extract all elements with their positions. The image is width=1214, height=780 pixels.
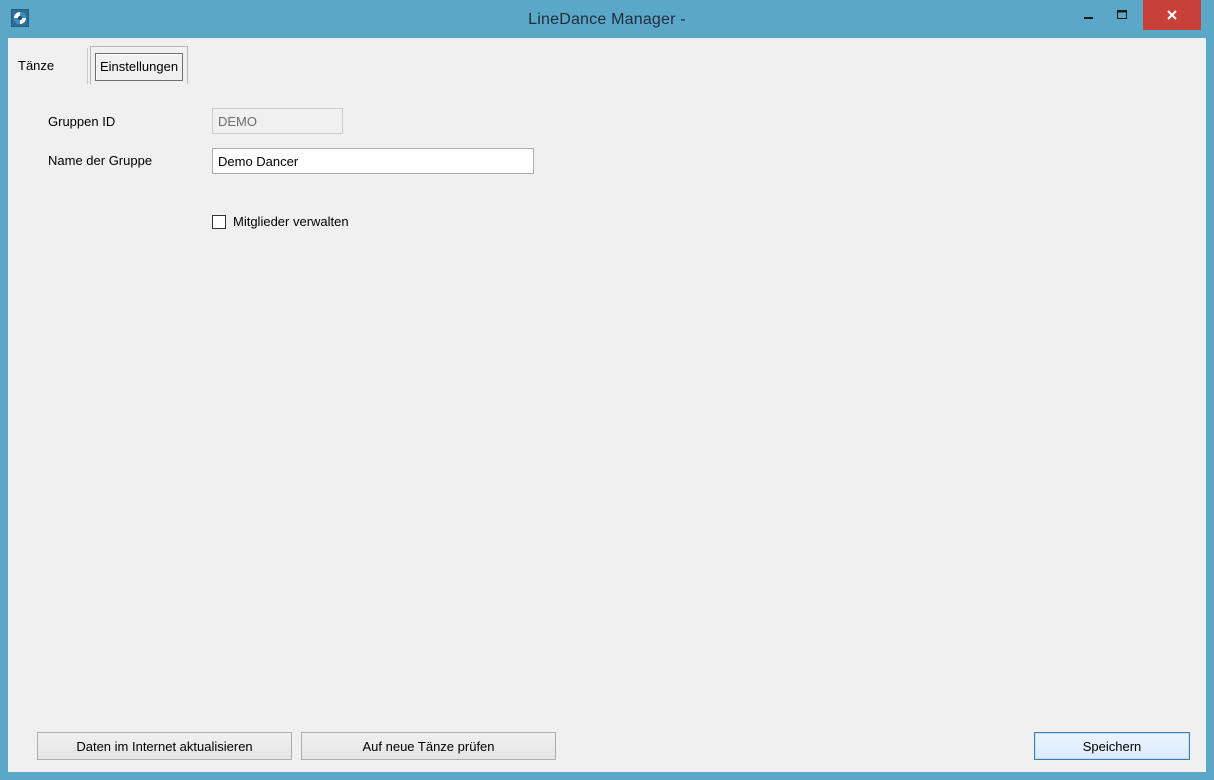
title-bar[interactable]: LineDance Manager - [0, 0, 1214, 38]
tab-einstellungen-label: Einstellungen [95, 53, 184, 81]
close-icon [1167, 10, 1177, 20]
window-title: LineDance Manager - [528, 11, 686, 28]
group-name-field[interactable]: Demo Dancer [212, 148, 534, 174]
group-id-label: Gruppen ID [48, 114, 116, 129]
client-area: Tänze Einstellungen Gruppen ID DEMO Name… [8, 38, 1206, 772]
check-new-dances-button[interactable]: Auf neue Tänze prüfen [301, 732, 556, 760]
save-button[interactable]: Speichern [1034, 732, 1190, 760]
tab-taenze[interactable]: Tänze [11, 50, 61, 80]
settings-panel: Gruppen ID DEMO Name der Gruppe Demo Dan… [8, 83, 1206, 772]
manage-members-label: Mitglieder verwalten [233, 214, 349, 229]
maximize-button[interactable] [1108, 0, 1136, 30]
tab-einstellungen[interactable]: Einstellungen [90, 46, 189, 84]
manage-members-option[interactable]: Mitglieder verwalten [212, 214, 349, 229]
maximize-icon [1117, 10, 1127, 19]
close-button[interactable] [1143, 0, 1201, 30]
tab-strip: Tänze Einstellungen [8, 38, 1206, 84]
group-name-label: Name der Gruppe [48, 153, 153, 168]
minimize-button[interactable] [1075, 0, 1103, 30]
update-internet-button[interactable]: Daten im Internet aktualisieren [37, 732, 292, 760]
app-window: LineDance Manager - Tänze Einstellungen [0, 0, 1214, 780]
minimize-icon [1084, 17, 1093, 19]
manage-members-checkbox[interactable] [212, 214, 226, 229]
group-id-field: DEMO [212, 108, 343, 134]
tab-divider [87, 48, 88, 84]
